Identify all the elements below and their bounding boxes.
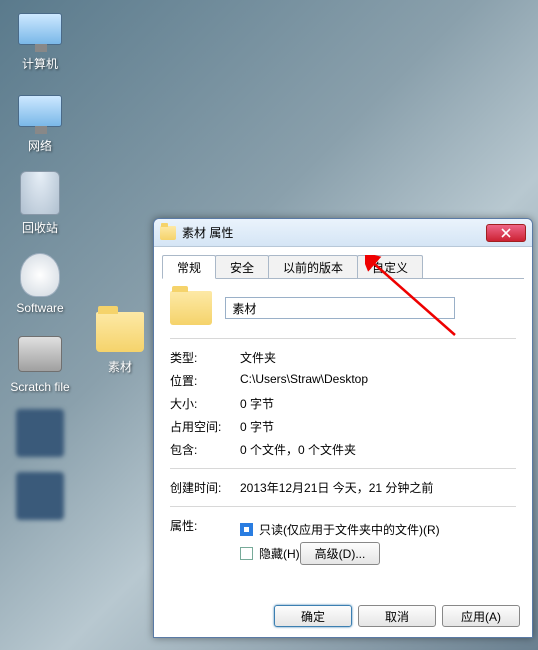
icon-label: 回收站 [22,219,58,236]
readonly-checkbox[interactable] [240,523,253,536]
dialog-title: 素材 属性 [182,224,486,241]
monitor-icon [16,5,64,53]
tab-customize[interactable]: 自定义 [357,255,423,278]
folder-icon [96,308,144,356]
desktop-icon-folder[interactable]: 素材 [90,308,150,375]
close-button[interactable] [486,224,526,242]
attributes-label: 属性: [170,517,240,569]
hidden-checkbox[interactable] [240,547,253,560]
icon-label: 网络 [28,137,52,154]
desktop-icon-network[interactable]: 网络 [10,87,70,154]
icon-label: 计算机 [22,55,58,72]
type-value: 文件夹 [240,349,516,366]
folder-icon [160,226,176,240]
contains-value: 0 个文件，0 个文件夹 [240,441,516,458]
ondisk-label: 占用空间: [170,418,240,435]
desktop-icon-blurred[interactable] [10,409,70,457]
cancel-button[interactable]: 取消 [358,605,436,627]
desktop-icon-blurred[interactable] [10,472,70,520]
folder-icon [170,291,212,325]
icon-label: Software [16,301,63,315]
close-icon [501,228,511,238]
properties-dialog: 素材 属性 常规 安全 以前的版本 自定义 类型:文件夹 位置:C:\Users… [153,218,533,638]
tab-security[interactable]: 安全 [215,255,269,278]
created-value: 2013年12月21日 今天，21 分钟之前 [240,479,516,496]
tab-previous-versions[interactable]: 以前的版本 [268,255,358,278]
drive-icon [16,330,64,378]
type-label: 类型: [170,349,240,366]
divider [170,468,516,469]
apply-button[interactable]: 应用(A) [442,605,520,627]
robot-icon [16,251,64,299]
desktop-icon-computer[interactable]: 计算机 [10,5,70,72]
location-label: 位置: [170,372,240,389]
desktop-icon-scratch[interactable]: Scratch file [10,330,70,394]
desktop-icons-col2: 素材 [90,308,150,375]
created-label: 创建时间: [170,479,240,496]
dialog-buttons: 确定 取消 应用(A) [274,605,520,627]
divider [170,506,516,507]
size-label: 大小: [170,395,240,412]
bin-icon [16,169,64,217]
advanced-button[interactable]: 高级(D)... [300,542,381,565]
tab-general[interactable]: 常规 [162,255,216,279]
tabstrip: 常规 安全 以前的版本 自定义 [162,255,524,279]
blurred-icon [16,472,64,520]
desktop-icon-software[interactable]: Software [10,251,70,315]
desktop-icons-col1: 计算机 网络 回收站 Software Scratch file [10,5,70,520]
titlebar[interactable]: 素材 属性 [154,219,532,247]
size-value: 0 字节 [240,395,516,412]
ondisk-value: 0 字节 [240,418,516,435]
icon-label: Scratch file [10,380,69,394]
contains-label: 包含: [170,441,240,458]
monitor-icon [16,87,64,135]
divider [170,338,516,339]
desktop-icon-recyclebin[interactable]: 回收站 [10,169,70,236]
readonly-label: 只读(仅应用于文件夹中的文件)(R) [259,521,440,538]
icon-label: 素材 [108,358,132,375]
folder-name-input[interactable] [225,297,455,319]
ok-button[interactable]: 确定 [274,605,352,627]
location-value: C:\Users\Straw\Desktop [240,372,516,389]
tab-body: 类型:文件夹 位置:C:\Users\Straw\Desktop 大小:0 字节… [154,279,532,583]
hidden-label: 隐藏(H) [259,545,300,562]
blurred-icon [16,409,64,457]
